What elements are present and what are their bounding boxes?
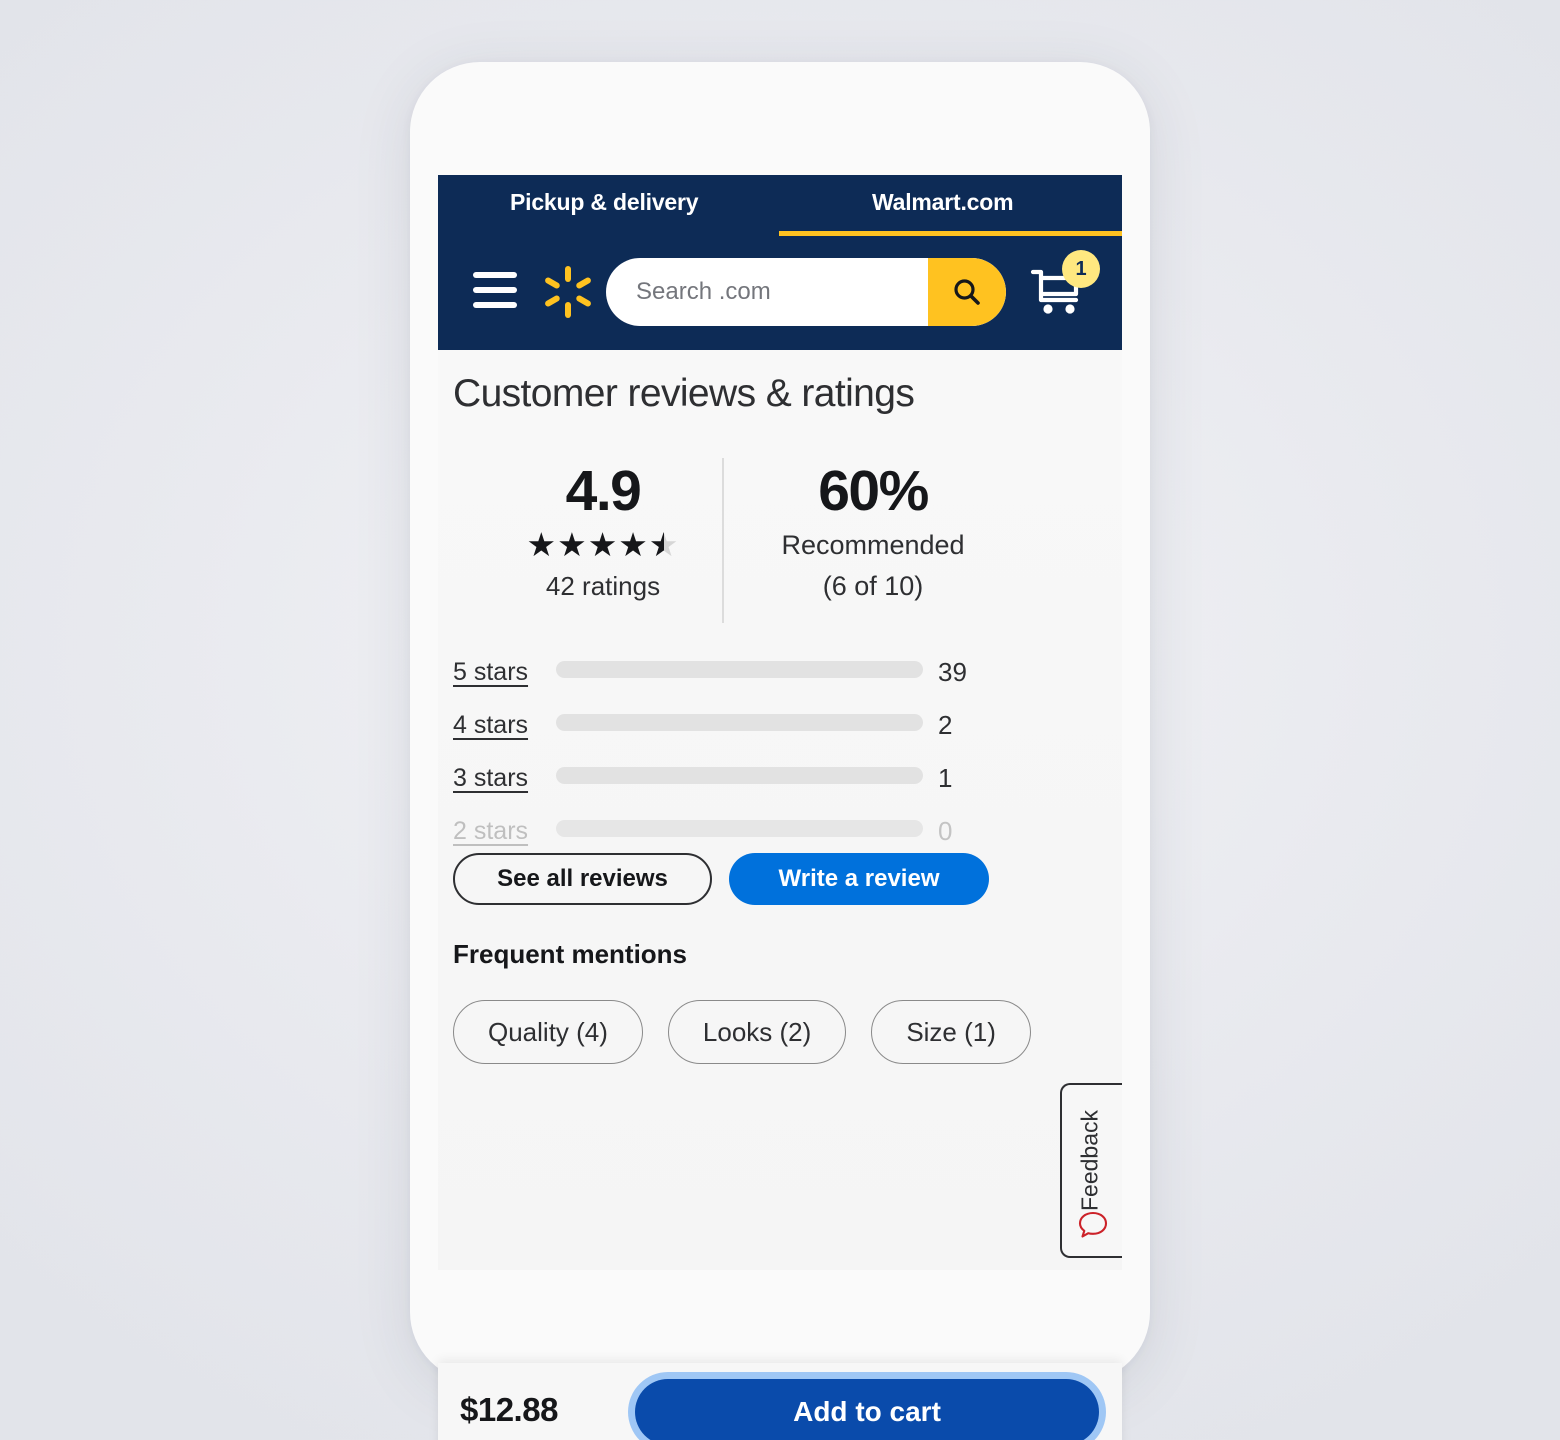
rating-bar-count: 0 xyxy=(938,816,953,846)
rating-bar-row[interactable]: 5 stars 39 xyxy=(438,647,1122,700)
write-a-review-button[interactable]: Write a review xyxy=(729,853,989,905)
rating-bar-count: 1 xyxy=(938,763,953,793)
frequent-mention-chip[interactable]: Looks (2) xyxy=(667,1000,847,1064)
rating-distribution-chart: 5 stars 39 4 stars 2 3 stars 1 2 stars 0 xyxy=(438,647,1122,859)
hamburger-bar xyxy=(473,272,517,278)
cart-button[interactable]: 1 xyxy=(1030,250,1100,324)
header-tabbar: Pickup & delivery Walmart.com xyxy=(438,175,1122,238)
add-to-cart-button[interactable]: Add to cart xyxy=(635,1379,1099,1440)
hamburger-bar xyxy=(473,302,517,308)
rating-bar-row[interactable]: 3 stars 1 xyxy=(438,753,1122,806)
star-full-icon: ★ xyxy=(526,526,558,563)
tab-walmart-com[interactable]: Walmart.com xyxy=(872,189,1014,216)
rating-bar-track xyxy=(556,714,923,731)
product-price: $12.88 xyxy=(460,1391,558,1428)
rating-bar-track xyxy=(556,820,923,837)
rating-bar-label: 2 stars xyxy=(453,817,529,845)
rating-bar-row: 2 stars 0 xyxy=(438,806,1122,859)
active-tab-underline xyxy=(779,231,1122,236)
site-header: Pickup & delivery Walmart.com Search .co… xyxy=(438,175,1122,350)
rating-bar-track xyxy=(556,767,923,784)
frequent-mention-chip[interactable]: Quality (4) xyxy=(453,1000,643,1064)
rating-bar-label[interactable]: 4 stars xyxy=(453,711,528,740)
search-icon xyxy=(954,279,980,305)
rating-bar-count: 2 xyxy=(938,710,953,740)
hamburger-menu-icon[interactable] xyxy=(473,272,517,308)
average-rating-value: 4.9 xyxy=(565,459,642,523)
frequent-mention-chip[interactable]: Size (1) xyxy=(871,1000,1031,1064)
frequent-mentions-title: Frequent mentions xyxy=(453,939,688,969)
speech-bubble-icon xyxy=(1078,1211,1108,1238)
hamburger-bar xyxy=(473,287,517,293)
star-full-icon: ★ xyxy=(618,526,649,563)
walmart-spark-logo[interactable] xyxy=(542,266,594,318)
recommended-sublabel: (6 of 10) xyxy=(822,571,924,601)
rating-count-label: 42 ratings xyxy=(545,571,661,601)
rating-bar-label[interactable]: 3 stars xyxy=(453,764,528,793)
phone-screen: Pickup & delivery Walmart.com Search .co… xyxy=(438,175,1122,1440)
average-rating-block: 4.9 ★★★★★ 42 ratings xyxy=(488,458,718,606)
summary-divider xyxy=(722,458,724,623)
rating-bar-track xyxy=(556,661,923,678)
rating-bar-row[interactable]: 4 stars 2 xyxy=(438,700,1122,753)
star-half-icon: ★ xyxy=(649,524,680,566)
recommended-percent: 60% xyxy=(818,459,929,523)
search-submit-button[interactable] xyxy=(928,258,1006,326)
bottom-action-bar: $12.88 Add to cart xyxy=(438,1363,1122,1440)
page-title: Customer reviews & ratings xyxy=(453,372,915,415)
star-rating: ★★★★★ xyxy=(488,524,718,566)
search-input[interactable] xyxy=(606,258,928,326)
ratings-summary: 4.9 ★★★★★ 42 ratings 60% Recommended (6 … xyxy=(438,458,1122,623)
see-all-reviews-button[interactable]: See all reviews xyxy=(453,853,712,905)
search-bar xyxy=(606,258,1006,326)
tab-pickup-delivery[interactable]: Pickup & delivery xyxy=(510,189,699,216)
rating-bar-count: 39 xyxy=(938,657,967,687)
feedback-tab[interactable]: Feedback xyxy=(1060,1083,1122,1258)
phone-frame: Pickup & delivery Walmart.com Search .co… xyxy=(410,62,1150,1440)
reviews-content: Customer reviews & ratings 4.9 ★★★★★ 42 … xyxy=(438,350,1122,1440)
header-toolbar: 1 xyxy=(438,238,1122,350)
add-to-cart-focus-ring: Add to cart xyxy=(628,1372,1106,1440)
star-full-icon: ★ xyxy=(587,526,619,563)
star-full-icon: ★ xyxy=(557,526,588,563)
cart-badge-count: 1 xyxy=(1062,250,1100,288)
rating-bar-label[interactable]: 5 stars xyxy=(453,658,528,687)
frequent-mentions-chips: Quality (4) Looks (2) Size (1) xyxy=(453,1000,1031,1064)
recommended-block: 60% Recommended (6 of 10) xyxy=(728,458,1018,606)
recommended-label: Recommended xyxy=(781,530,965,560)
